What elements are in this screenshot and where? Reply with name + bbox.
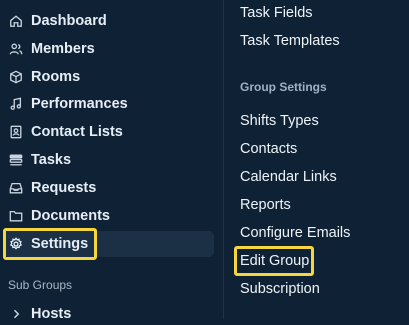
settings-item-shifts-types[interactable]: Shifts Types — [240, 113, 319, 129]
subgroup-item-hosts[interactable]: Hosts — [4, 303, 71, 325]
sidebar-item-label: Performances — [31, 96, 128, 112]
folder-icon — [8, 209, 23, 224]
sidebar-item-performances[interactable]: Performances — [4, 91, 214, 117]
chevron-right-icon[interactable] — [8, 308, 23, 320]
sidebar-item-members[interactable]: Members — [4, 36, 214, 62]
settings-item-reports[interactable]: Reports — [240, 197, 291, 213]
sidebar-item-label: Dashboard — [31, 13, 107, 29]
cube-icon — [8, 70, 23, 85]
sidebar-item-label: Rooms — [31, 69, 81, 85]
sidebar-item-label: Tasks — [31, 152, 72, 168]
settings-item-edit-group[interactable]: Edit Group — [240, 253, 309, 269]
members-icon — [8, 42, 23, 57]
contact-card-icon — [8, 125, 23, 140]
tasks-icon — [8, 153, 23, 168]
sidebar-item-tasks[interactable]: Tasks — [4, 147, 214, 173]
sidebar-item-requests[interactable]: Requests — [4, 175, 214, 201]
subgroup-item-label: Hosts — [31, 306, 72, 322]
group-settings-heading: Group Settings — [240, 80, 327, 94]
sidebar: Dashboard Members Rooms Performances Con… — [0, 0, 223, 322]
sidebar-item-label: Documents — [31, 208, 110, 224]
settings-item-task-templates[interactable]: Task Templates — [240, 33, 340, 49]
settings-item-task-fields[interactable]: Task Fields — [240, 5, 313, 21]
sidebar-item-dashboard[interactable]: Dashboard — [4, 8, 214, 34]
settings-panel: Task Fields Task Templates Group Setting… — [224, 0, 409, 319]
home-icon — [8, 14, 23, 29]
sidebar-item-settings[interactable]: Settings — [4, 231, 214, 257]
sidebar-item-contact-lists[interactable]: Contact Lists — [4, 119, 214, 145]
sidebar-item-label: Contact Lists — [31, 124, 123, 140]
settings-item-calendar-links[interactable]: Calendar Links — [240, 169, 337, 185]
gear-icon — [8, 237, 23, 252]
settings-item-contacts[interactable]: Contacts — [240, 141, 297, 157]
settings-item-configure-emails[interactable]: Configure Emails — [240, 225, 350, 241]
subgroups-heading: Sub Groups — [8, 278, 73, 292]
music-note-icon — [8, 97, 23, 112]
sidebar-item-rooms[interactable]: Rooms — [4, 64, 214, 90]
sidebar-item-documents[interactable]: Documents — [4, 203, 214, 229]
settings-item-subscription[interactable]: Subscription — [240, 281, 320, 297]
sidebar-item-label: Members — [31, 41, 95, 57]
sidebar-item-label: Requests — [31, 180, 97, 196]
inbox-icon — [8, 181, 23, 196]
sidebar-item-label: Settings — [31, 236, 89, 252]
